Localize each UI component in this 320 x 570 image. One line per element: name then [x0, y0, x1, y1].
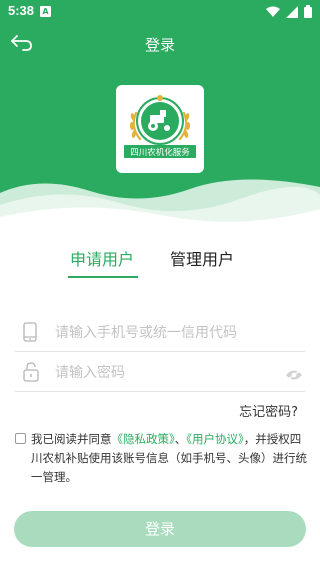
tab-admin-user[interactable]: 管理用户 [170, 246, 234, 270]
phone-field [15, 314, 305, 352]
logo-banner-text: 四川农机化服务 [130, 147, 190, 158]
status-icons [266, 5, 312, 18]
agreement-separator: 、 [174, 432, 187, 446]
logo-emblem-icon: 四川农机化服务 [124, 95, 196, 158]
toggle-password-button[interactable] [285, 366, 303, 385]
status-bar: 5:38 A [0, 0, 320, 24]
user-type-tabs: 申请用户 管理用户 [0, 240, 320, 280]
login-button[interactable]: 登录 [14, 511, 306, 547]
page-title: 登录 [144, 36, 175, 54]
user-agreement-link[interactable]: 《用户协议》 [186, 432, 244, 446]
phone-icon [23, 322, 37, 346]
header-wave [0, 179, 320, 230]
agreement: 我已阅读并同意《隐私政策》、《用户协议》，并授权四川农机补贴使用该账号信息（如手… [15, 430, 310, 487]
privacy-policy-link[interactable]: 《隐私政策》 [112, 432, 175, 446]
app-logo: 四川农机化服务 [116, 85, 204, 173]
tab-apply-user[interactable]: 申请用户 [70, 246, 134, 270]
agreement-text: 我已阅读并同意《隐私政策》、《用户协议》，并授权四川农机补贴使用该账号信息（如手… [15, 430, 310, 487]
forgot-password-link[interactable]: 忘记密码? [239, 401, 298, 420]
signal-icon [286, 5, 298, 18]
password-input[interactable] [55, 360, 275, 386]
notification-icon: A [40, 6, 51, 17]
battery-icon [304, 5, 312, 18]
phone-input[interactable] [55, 320, 275, 346]
password-field [15, 354, 305, 392]
eye-icon [286, 369, 302, 381]
status-time: 5:38 [8, 3, 35, 18]
agreement-prefix: 我已阅读并同意 [31, 432, 112, 446]
lock-icon [23, 362, 39, 386]
active-tab-indicator [68, 276, 138, 278]
wifi-icon [266, 6, 280, 17]
agreement-checkbox[interactable] [15, 433, 26, 444]
top-bar: 登录 [0, 28, 320, 58]
